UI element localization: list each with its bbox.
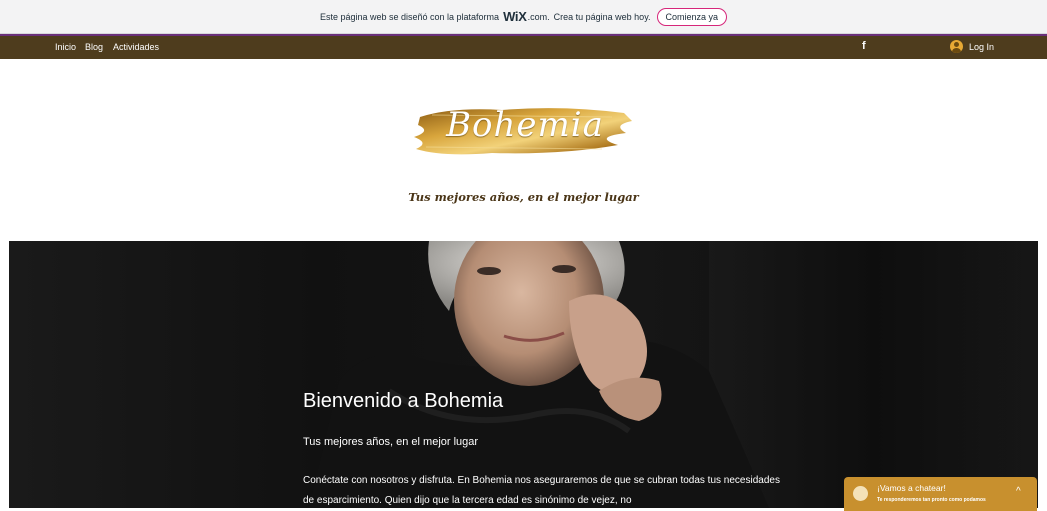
user-avatar-icon: [950, 40, 963, 53]
wix-banner-text: Este página web se diseñó con la platafo…: [319, 11, 500, 22]
login-button[interactable]: Log In: [950, 40, 994, 53]
chat-widget[interactable]: ¡Vamos a chatear! Te responderemos tan p…: [844, 477, 1037, 511]
top-nav: Inicio Blog Actividades f Log In: [0, 34, 1047, 59]
nav-item-blog[interactable]: Blog: [85, 42, 103, 52]
hero-title: Bienvenido a Bohemia: [303, 390, 504, 412]
hero-section: [9, 241, 1038, 508]
login-label: Log In: [969, 41, 995, 52]
wix-logo[interactable]: WiX: [503, 9, 527, 24]
nav-item-actividades[interactable]: Actividades: [113, 42, 159, 52]
hero-body-text: Conéctate con nosotros y disfruta. En Bo…: [303, 475, 780, 506]
facebook-icon[interactable]: f: [862, 40, 866, 52]
nav-item-inicio[interactable]: Inicio: [55, 42, 76, 52]
site-tagline: Tus mejores años, en el mejor lugar: [408, 190, 639, 204]
wix-promo-banner: Este página web se diseñó con la platafo…: [0, 0, 1047, 34]
chat-smiley-icon: [853, 486, 868, 501]
chevron-up-icon[interactable]: ^: [1016, 486, 1021, 497]
hero-portrait-image: [309, 241, 1038, 508]
wix-logo-suffix: .com.: [527, 11, 550, 22]
chat-subtitle: Te responderemos tan pronto como podamos: [877, 497, 986, 503]
hero-subtitle: Tus mejores años, en el mejor lugar: [303, 436, 479, 448]
bohemia-logo[interactable]: Bohemia: [430, 105, 620, 145]
comienza-ya-button[interactable]: Comienza ya: [656, 7, 728, 26]
wix-banner-text-2: Crea tu página web hoy.: [553, 11, 651, 22]
chat-title: ¡Vamos a chatear!: [877, 483, 946, 493]
